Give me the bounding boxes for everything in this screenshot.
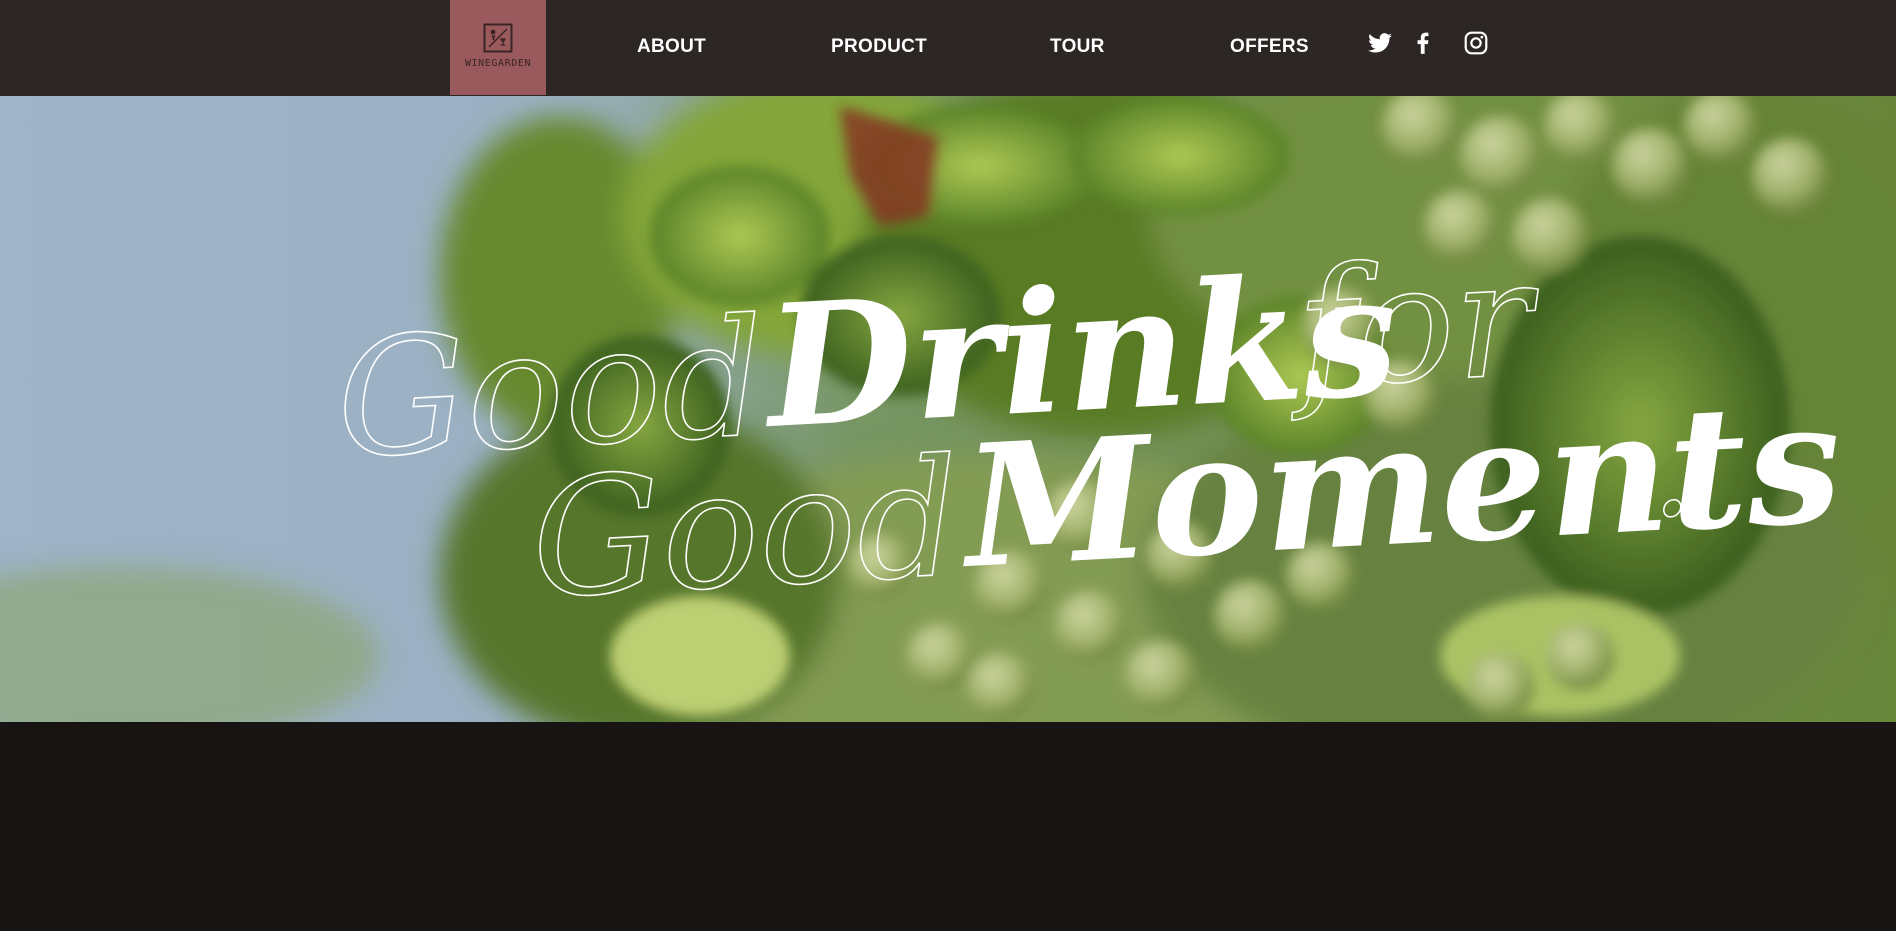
nav-tour-link[interactable]: TOUR	[1050, 36, 1105, 58]
nav-offers-link[interactable]: OFFERS	[1230, 36, 1309, 58]
nav-product-link[interactable]: PRODUCT	[831, 36, 927, 58]
logo-mark-icon	[483, 23, 513, 52]
twitter-icon[interactable]	[1367, 30, 1393, 56]
hero-headline: Good Drinks for Good Moments .	[331, 224, 1845, 636]
nav-about-link[interactable]: ABOUT	[637, 36, 706, 58]
headline-period: .	[1646, 393, 1695, 547]
top-navbar: WINEGARDEN ABOUT PRODUCT TOUR OFFERS	[0, 0, 1896, 96]
facebook-icon[interactable]	[1410, 30, 1436, 56]
instagram-icon[interactable]	[1463, 30, 1489, 56]
winegarden-logo[interactable]: WINEGARDEN	[450, 0, 546, 95]
logo-wordmark: WINEGARDEN	[464, 57, 532, 69]
dark-content-area	[0, 722, 1896, 931]
hero-banner: Good Drinks for Good Moments .	[0, 96, 1896, 722]
headline-good-2: Good	[527, 425, 964, 635]
